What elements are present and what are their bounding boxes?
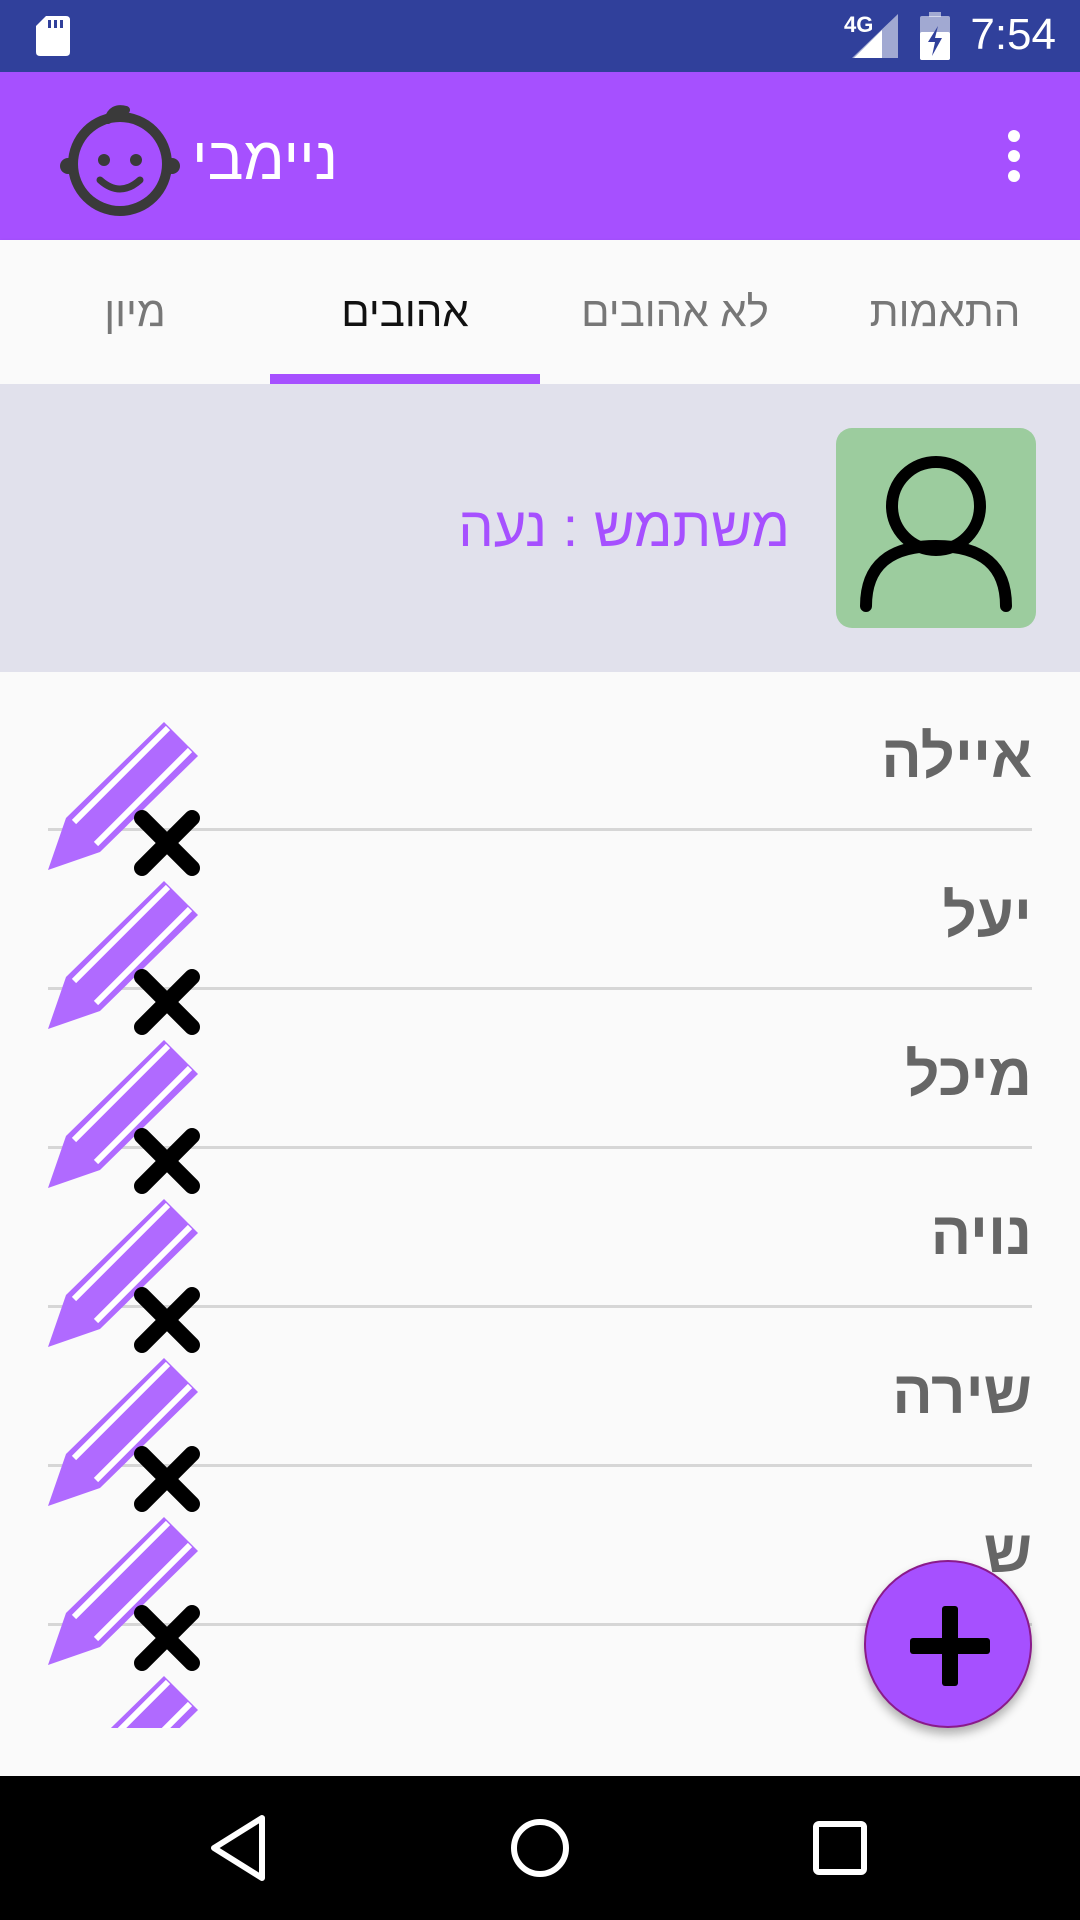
list-item[interactable]: יעל: [48, 831, 1032, 1035]
edit-remove-icon[interactable]: [48, 1676, 204, 1728]
status-bar: 4G 7:54: [0, 0, 1080, 72]
add-name-button[interactable]: [864, 1560, 1032, 1728]
signal-icon: [852, 14, 898, 58]
name-label: נויה: [930, 1200, 1032, 1267]
name-label: מיכל: [905, 1041, 1032, 1108]
user-label: משתמש : נעה: [458, 495, 790, 558]
home-icon[interactable]: [500, 1808, 580, 1888]
tab-sort[interactable]: מיון: [0, 240, 270, 384]
list-item[interactable]: נויה: [48, 1149, 1032, 1353]
list-item[interactable]: מיכל: [48, 990, 1032, 1194]
sd-card-icon: [36, 16, 70, 56]
avatar: [836, 428, 1036, 628]
user-panel: משתמש : נעה: [0, 384, 1080, 672]
tab-liked[interactable]: אהובים: [270, 240, 540, 384]
back-icon[interactable]: [200, 1808, 280, 1888]
active-tab-indicator: [270, 374, 540, 384]
baby-face-icon: [60, 105, 180, 216]
system-nav-bar: [0, 1776, 1080, 1920]
overflow-menu-icon[interactable]: [996, 128, 1032, 184]
app-title: ניימבי: [192, 125, 339, 192]
recents-icon[interactable]: [800, 1808, 880, 1888]
name-label: איילה: [881, 723, 1032, 790]
tab-disliked[interactable]: לא אהובים: [540, 240, 810, 384]
name-label: יעל: [942, 882, 1032, 949]
clock: 7:54: [970, 10, 1056, 59]
name-label: שירה: [892, 1359, 1032, 1426]
tab-matches[interactable]: התאמות: [810, 240, 1080, 384]
battery-charging-icon: [920, 12, 950, 60]
person-icon: [860, 456, 1012, 612]
plus-icon: [910, 1606, 990, 1686]
list-item[interactable]: איילה: [48, 672, 1032, 876]
tab-bar: התאמות לא אהובים אהובים מיון: [0, 240, 1080, 384]
app-bar: ניימבי: [0, 72, 1080, 240]
list-item[interactable]: שירה: [48, 1308, 1032, 1512]
